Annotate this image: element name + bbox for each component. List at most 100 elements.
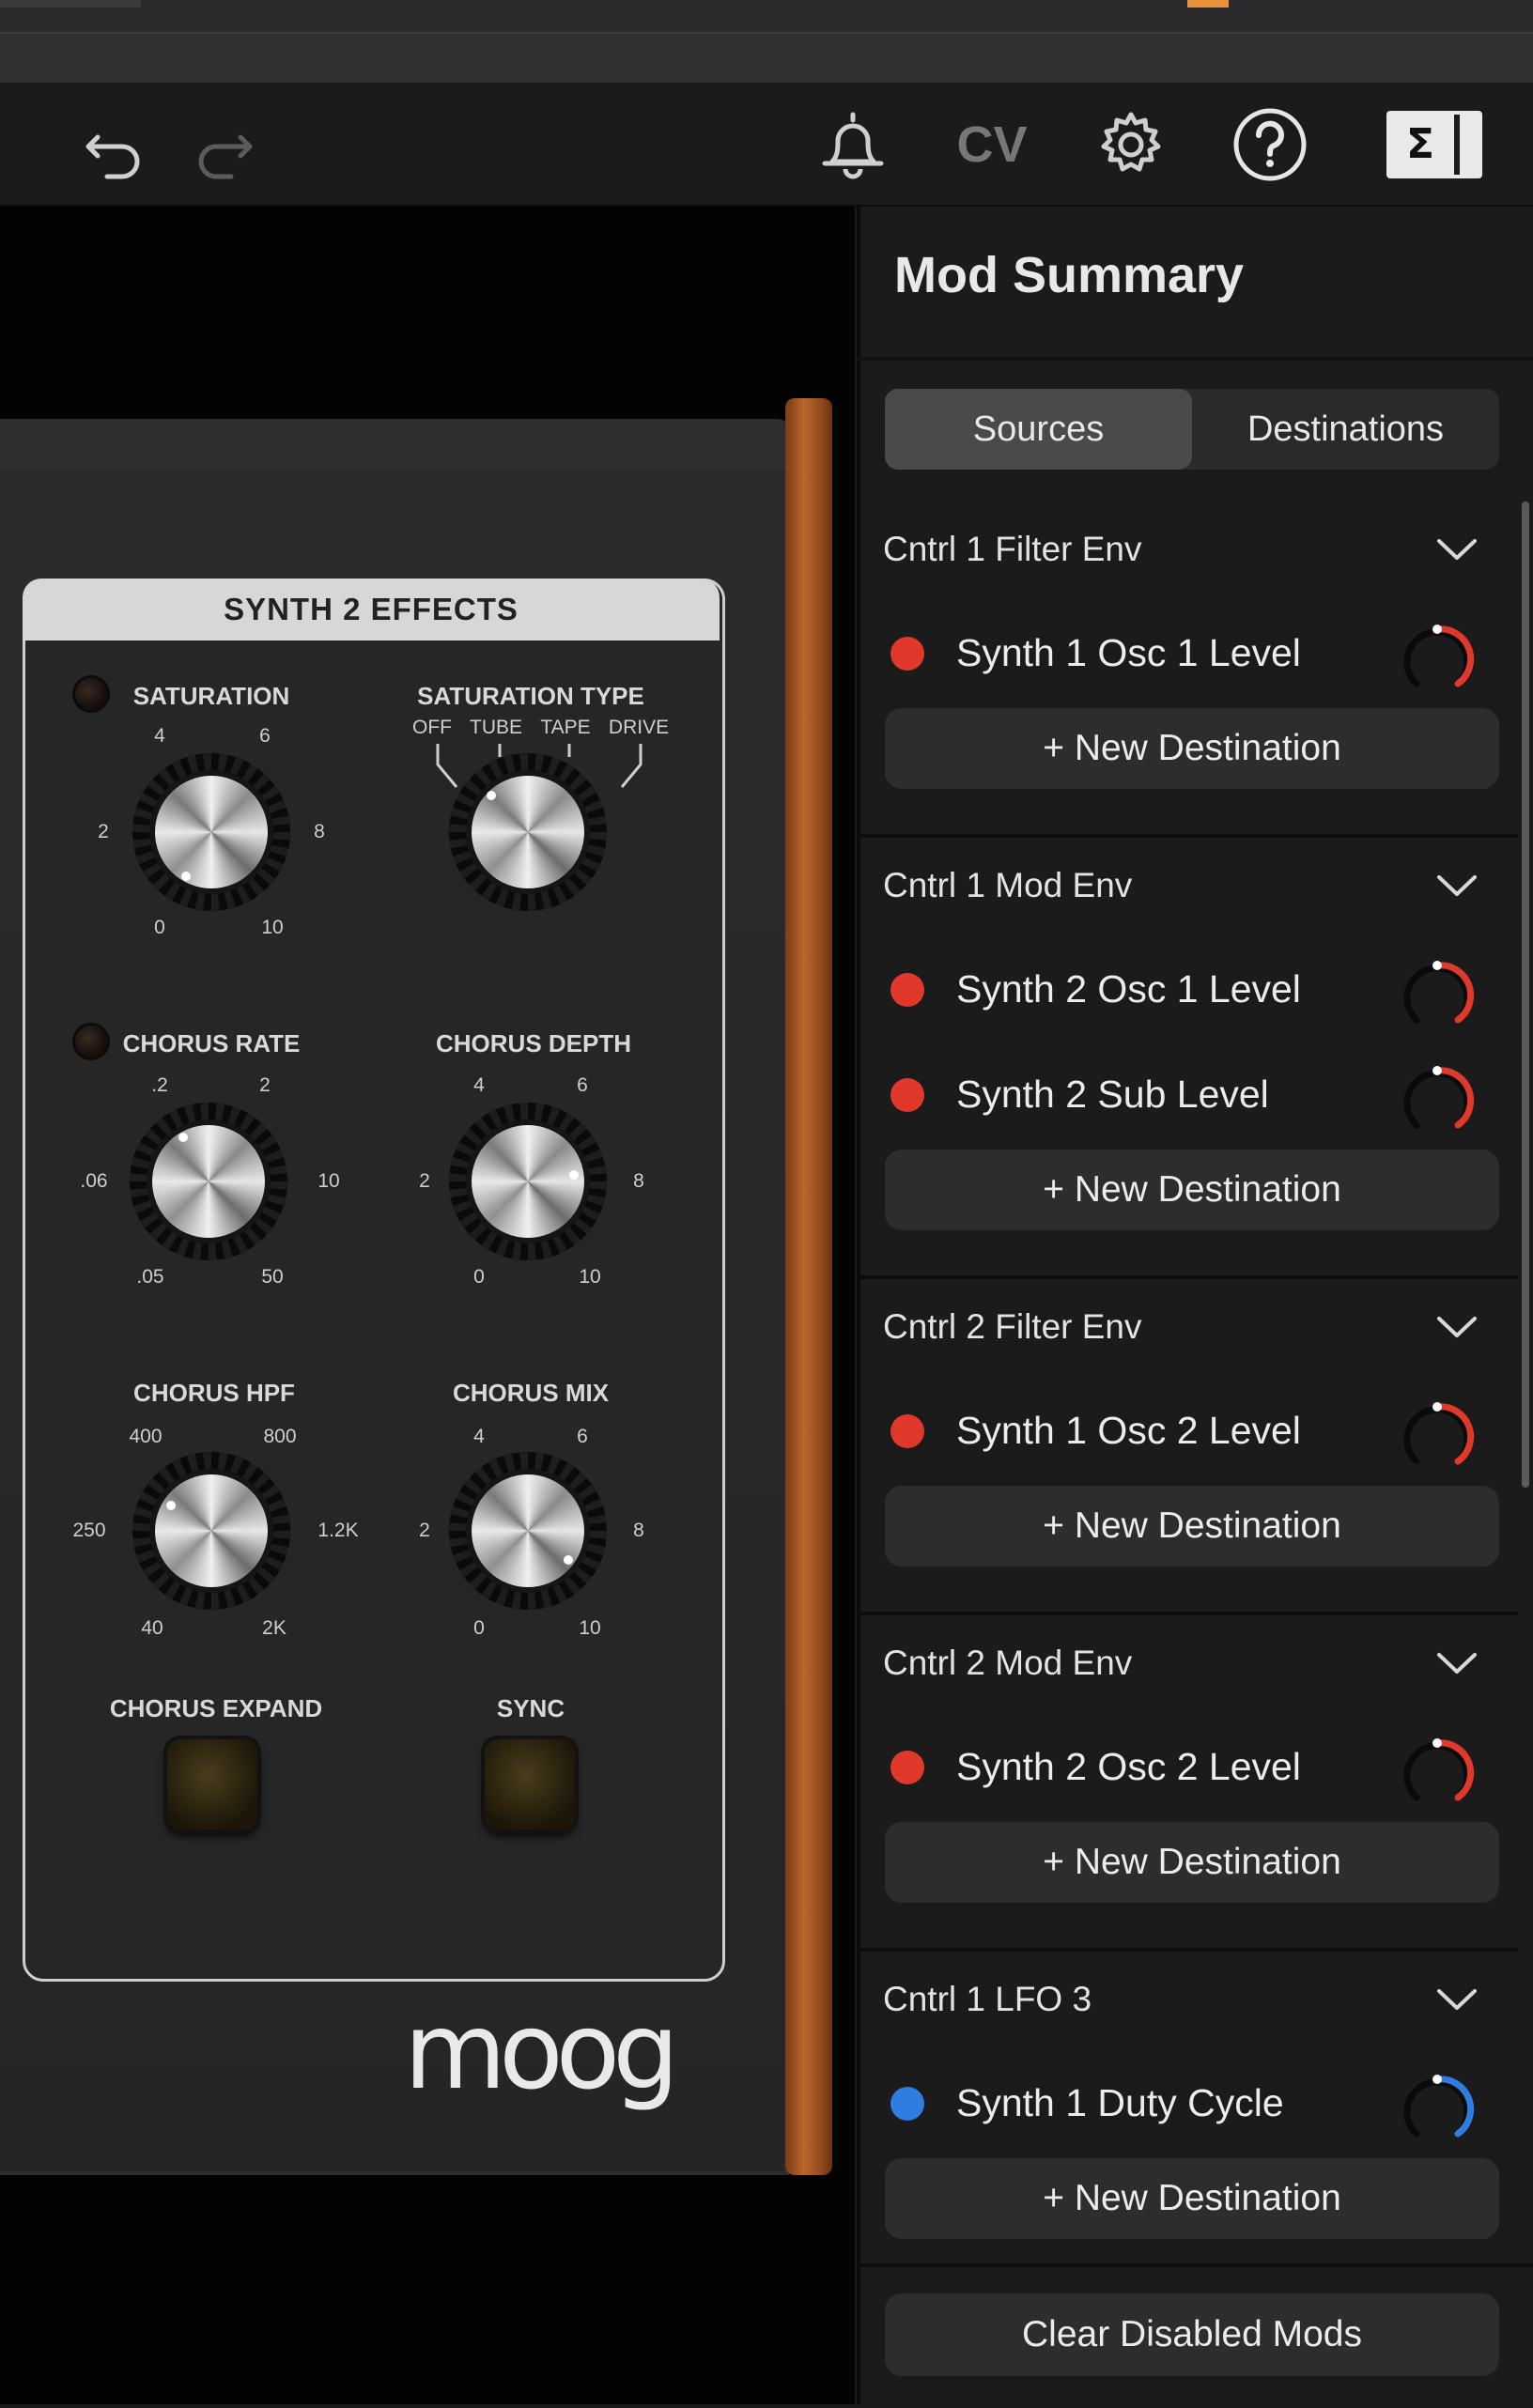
chevron-down-icon[interactable] bbox=[1435, 1985, 1479, 2014]
chorus-mix-label: CHORUS MIX bbox=[452, 1379, 610, 1407]
new-destination-button[interactable]: + New Destination bbox=[885, 1822, 1499, 1903]
tick: 6 bbox=[259, 725, 271, 747]
cv-icon[interactable]: CV bbox=[952, 105, 1031, 184]
saturation-type-label: SATURATION TYPE bbox=[417, 682, 644, 710]
tick: 0 bbox=[154, 917, 165, 938]
mod-source-name: Cntrl 1 Mod Env bbox=[883, 866, 1133, 904]
chorus-hpf-knob[interactable] bbox=[132, 1452, 290, 1610]
new-destination-button[interactable]: + New Destination bbox=[885, 708, 1499, 789]
new-destination-button[interactable]: + New Destination bbox=[885, 2158, 1499, 2239]
mod-enable-dot[interactable] bbox=[890, 1078, 924, 1112]
mod-amount-knob[interactable] bbox=[1400, 622, 1475, 697]
undo-icon[interactable] bbox=[75, 105, 154, 184]
tab-strip bbox=[0, 32, 1533, 85]
tick: 400 bbox=[129, 1426, 163, 1447]
chorus-rate-led bbox=[75, 1026, 107, 1057]
saturation-type-option: TUBE bbox=[469, 717, 523, 738]
tick: 2 bbox=[419, 1170, 430, 1192]
mod-source-group: Cntrl 2 Filter Env Synth 1 Osc 2 Level + N… bbox=[860, 1279, 1518, 1615]
saturation-knob[interactable] bbox=[132, 753, 290, 911]
mod-amount-knob[interactable] bbox=[1400, 1736, 1475, 1811]
mod-amount-knob[interactable] bbox=[1400, 1063, 1475, 1138]
chevron-down-icon[interactable] bbox=[1435, 872, 1479, 900]
mod-destination-row[interactable]: Synth 1 Duty Cycle bbox=[860, 2053, 1518, 2158]
tick: .05 bbox=[136, 1266, 164, 1288]
bell-icon[interactable] bbox=[813, 105, 892, 184]
mod-enable-dot[interactable] bbox=[890, 973, 924, 1007]
tick: 250 bbox=[72, 1520, 106, 1541]
mod-amount-knob[interactable] bbox=[1400, 958, 1475, 1033]
mod-source-group: Cntrl 1 Filter Env Synth 1 Osc 1 Level + N… bbox=[860, 502, 1518, 838]
chevron-down-icon[interactable] bbox=[1435, 1649, 1479, 1677]
saturation-type-option: TAPE bbox=[540, 717, 591, 738]
help-icon[interactable] bbox=[1231, 105, 1309, 184]
mod-source-header[interactable]: Cntrl 1 Mod Env bbox=[860, 838, 1518, 939]
chorus-rate-label: CHORUS RATE bbox=[122, 1029, 301, 1057]
tick: 1.2K bbox=[317, 1520, 359, 1541]
mod-destination-name: Synth 2 Sub Level bbox=[956, 1073, 1269, 1116]
mod-source-header[interactable]: Cntrl 1 LFO 3 bbox=[860, 1952, 1518, 2053]
mod-source-header[interactable]: Cntrl 2 Mod Env bbox=[860, 1615, 1518, 1717]
chorus-expand-button[interactable] bbox=[167, 1739, 257, 1829]
new-destination-button[interactable]: + New Destination bbox=[885, 1150, 1499, 1230]
scrollbar[interactable] bbox=[1522, 502, 1529, 1488]
mod-amount-knob[interactable] bbox=[1400, 1399, 1475, 1474]
gear-icon[interactable] bbox=[1092, 105, 1170, 184]
mod-enable-dot[interactable] bbox=[890, 1414, 924, 1448]
tick: 2 bbox=[419, 1520, 430, 1541]
mod-source-header[interactable]: Cntrl 1 Filter Env bbox=[860, 502, 1518, 603]
mod-amount-knob[interactable] bbox=[1400, 2072, 1475, 2147]
tick: 8 bbox=[314, 821, 325, 842]
clear-disabled-mods-button[interactable]: Clear Disabled Mods bbox=[885, 2293, 1499, 2376]
mod-destination-name: Synth 1 Osc 1 Level bbox=[956, 631, 1301, 674]
redo-icon[interactable] bbox=[184, 105, 263, 184]
mod-destination-row[interactable]: Synth 2 Osc 1 Level bbox=[860, 939, 1518, 1044]
tick: 10 bbox=[579, 1617, 601, 1639]
mod-summary-title: Mod Summary bbox=[894, 247, 1245, 303]
mod-enable-dot[interactable] bbox=[890, 2087, 924, 2121]
tick: 10 bbox=[317, 1170, 340, 1192]
mod-enable-dot[interactable] bbox=[890, 1751, 924, 1784]
mod-source-group: Cntrl 2 Mod Env Synth 2 Osc 2 Level + New … bbox=[860, 1615, 1518, 1952]
tab-sources[interactable]: Sources bbox=[885, 389, 1192, 470]
tick: 0 bbox=[473, 1617, 485, 1639]
mod-source-name: Cntrl 2 Mod Env bbox=[883, 1644, 1133, 1682]
mod-destination-row[interactable]: Synth 2 Osc 2 Level bbox=[860, 1717, 1518, 1822]
title-bar-segment bbox=[0, 0, 141, 8]
tick: 8 bbox=[633, 1170, 644, 1192]
tab-destinations[interactable]: Destinations bbox=[1192, 389, 1499, 470]
tick: 6 bbox=[577, 1074, 588, 1096]
tick: 800 bbox=[263, 1426, 297, 1447]
tick: .2 bbox=[151, 1074, 168, 1096]
chorus-mix-knob[interactable] bbox=[449, 1452, 607, 1610]
saturation-type-knob[interactable] bbox=[449, 753, 607, 911]
mod-destination-name: Synth 2 Osc 1 Level bbox=[956, 967, 1301, 1011]
tick: 4 bbox=[473, 1426, 485, 1447]
tick: 50 bbox=[261, 1266, 284, 1288]
mod-destination-row[interactable]: Synth 1 Osc 1 Level bbox=[860, 603, 1518, 708]
tick: 4 bbox=[473, 1074, 485, 1096]
tick: 2 bbox=[98, 821, 109, 842]
chorus-depth-knob[interactable] bbox=[449, 1103, 607, 1260]
chevron-down-icon[interactable] bbox=[1435, 535, 1479, 563]
mod-source-name: Cntrl 1 LFO 3 bbox=[883, 1980, 1092, 2018]
chevron-down-icon[interactable] bbox=[1435, 1313, 1479, 1341]
sync-label: SYNC bbox=[496, 1694, 565, 1722]
source-destination-toggle: Sources Destinations bbox=[885, 389, 1499, 470]
effects-title: SYNTH 2 EFFECTS bbox=[23, 579, 720, 641]
mod-enable-dot[interactable] bbox=[890, 637, 924, 671]
new-destination-button[interactable]: + New Destination bbox=[885, 1486, 1499, 1567]
mod-source-group: Cntrl 1 LFO 3 Synth 1 Duty Cycle + New Des… bbox=[860, 1952, 1518, 2258]
sigma-panel-icon[interactable]: Σ bbox=[1383, 105, 1486, 184]
saturation-type-option: OFF bbox=[412, 717, 452, 738]
sync-button[interactable] bbox=[485, 1739, 575, 1829]
chorus-rate-knob[interactable] bbox=[130, 1103, 287, 1260]
mod-destination-row[interactable]: Synth 2 Sub Level bbox=[860, 1044, 1518, 1150]
tick: .06 bbox=[80, 1170, 108, 1192]
mod-source-header[interactable]: Cntrl 2 Filter Env bbox=[860, 1279, 1518, 1381]
saturation-type-option: DRIVE bbox=[608, 717, 670, 738]
mod-destination-row[interactable]: Synth 1 Osc 2 Level bbox=[860, 1381, 1518, 1486]
